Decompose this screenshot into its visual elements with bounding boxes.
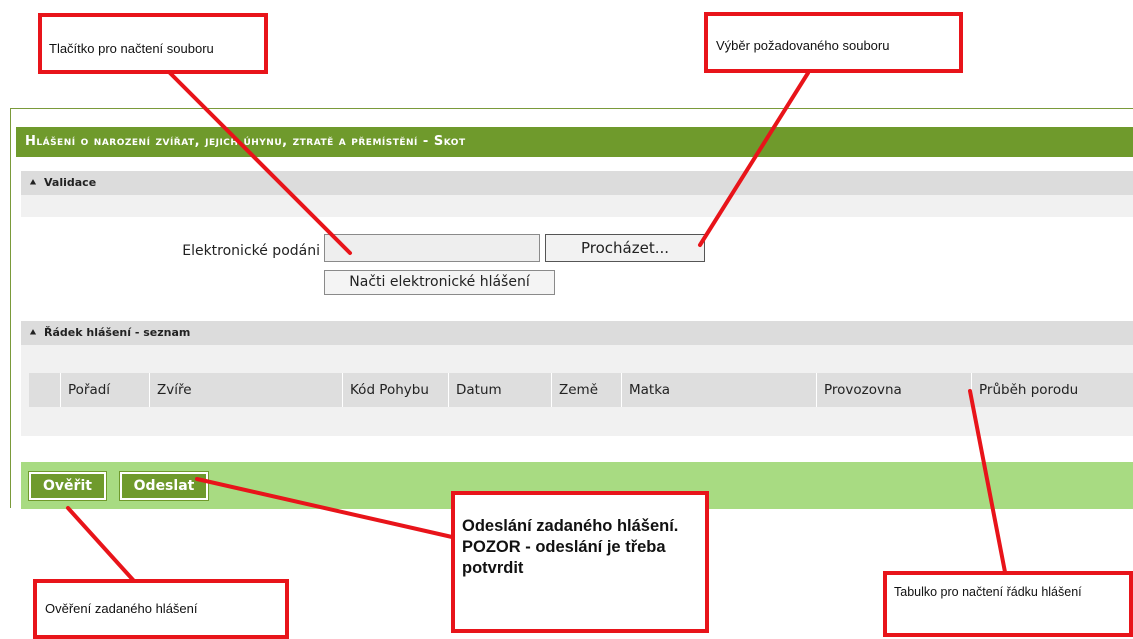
callout-text: Tabulko pro načtení řádku hlášení: [894, 585, 1082, 599]
callout-text: Ověření zadaného hlášení: [45, 601, 198, 616]
browse-button[interactable]: Procházet...: [545, 234, 705, 262]
validation-section-title: Validace: [44, 176, 97, 189]
column-header[interactable]: Provozovna: [816, 373, 971, 407]
table-select-column[interactable]: [29, 373, 60, 407]
column-header[interactable]: Datum: [448, 373, 551, 407]
connector-verify: [66, 506, 136, 583]
column-header[interactable]: Průběh porodu: [971, 373, 1133, 407]
file-path-input[interactable]: [324, 234, 540, 262]
callout-verify: Ověření zadaného hlášení: [33, 579, 289, 639]
load-report-button[interactable]: Načti elektronické hlášení: [324, 270, 555, 295]
column-header[interactable]: Kód Pohybu: [342, 373, 448, 407]
column-header[interactable]: Matka: [621, 373, 816, 407]
upload-label: Elektronické podáni: [182, 243, 320, 259]
callout-send: Odeslání zadaného hlášení. POZOR - odesl…: [451, 491, 709, 633]
validation-section-header[interactable]: ⯅ Validace: [21, 171, 1133, 195]
form-title: Hlášení o narození zvířat, jejich úhynu,…: [16, 127, 1133, 157]
report-table-header: Pořadí Zvíře Kód Pohybu Datum Země Matka…: [29, 373, 1133, 407]
form-frame: [10, 108, 1133, 508]
callout-text: Odeslání zadaného hlášení. POZOR - odesl…: [462, 517, 679, 577]
list-section-title: Řádek hlášení - seznam: [44, 326, 191, 339]
validation-section-strip: [21, 195, 1133, 217]
callout-load-button: Tlačítko pro načtení souboru: [38, 13, 268, 74]
list-section-header[interactable]: ⯅ Řádek hlášení - seznam: [21, 321, 1133, 345]
double-chevron-up-icon: ⯅: [29, 328, 37, 339]
send-button[interactable]: Odeslat: [119, 471, 209, 501]
column-header[interactable]: Země: [551, 373, 621, 407]
column-header[interactable]: Pořadí: [60, 373, 149, 407]
double-chevron-up-icon: ⯅: [29, 178, 37, 189]
callout-browse: Výběr požadovaného souboru: [704, 12, 963, 73]
verify-button[interactable]: Ověřit: [28, 471, 107, 501]
callout-text: Tlačítko pro načtení souboru: [49, 41, 214, 56]
callout-table: Tabulko pro načtení řádku hlášení: [883, 571, 1133, 637]
callout-text: Výběr požadovaného souboru: [716, 38, 890, 53]
column-header[interactable]: Zvíře: [149, 373, 342, 407]
